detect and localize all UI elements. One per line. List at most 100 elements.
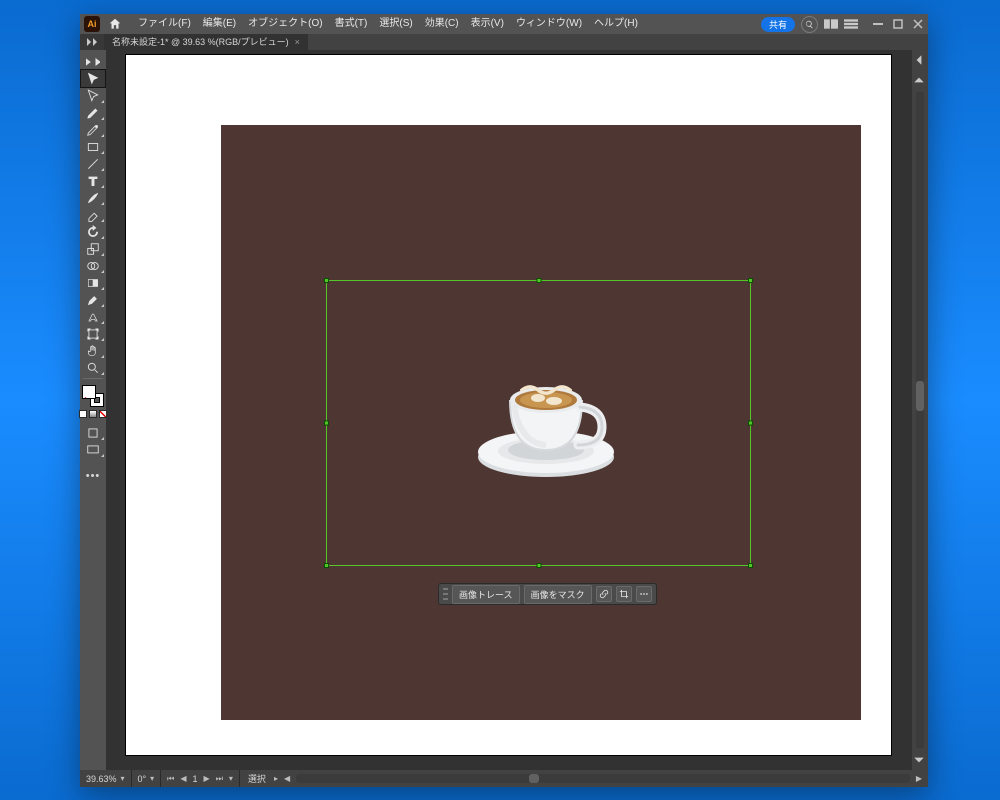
- handle-top-right[interactable]: [748, 278, 753, 283]
- prev-artboard-icon[interactable]: ◀: [180, 774, 186, 783]
- canvas-area[interactable]: 画像トレース 画像をマスク: [106, 50, 912, 770]
- color-mode-row: [79, 410, 107, 418]
- fill-swatch[interactable]: [82, 385, 96, 399]
- menu-edit[interactable]: 編集(E): [197, 14, 242, 34]
- menu-file[interactable]: ファイル(F): [132, 14, 197, 34]
- crop-icon: [619, 589, 629, 599]
- tool-eraser[interactable]: [81, 206, 105, 223]
- right-rail: [912, 50, 928, 770]
- first-artboard-icon[interactable]: ⏮: [167, 774, 174, 784]
- handle-bot-left[interactable]: [324, 563, 329, 568]
- toolbar-grip[interactable]: [81, 53, 105, 70]
- tool-curvature[interactable]: [81, 121, 105, 138]
- rotate-field[interactable]: 0° ▾: [132, 770, 162, 787]
- tool-type[interactable]: [81, 172, 105, 189]
- tool-paintbrush[interactable]: [81, 189, 105, 206]
- arrange-icon[interactable]: [844, 18, 858, 30]
- zoom-value: 39.63%: [86, 774, 117, 784]
- color-mode-gradient[interactable]: [89, 410, 97, 418]
- handle-top-left[interactable]: [324, 278, 329, 283]
- tool-shape-builder[interactable]: [81, 257, 105, 274]
- tool-symbol-sprayer[interactable]: [81, 308, 105, 325]
- tool-eyedropper[interactable]: [81, 291, 105, 308]
- handle-mid-left[interactable]: [324, 421, 329, 426]
- workspace-icon[interactable]: [824, 18, 838, 30]
- tool-artboard[interactable]: [81, 325, 105, 342]
- menu-window[interactable]: ウィンドウ(W): [510, 14, 588, 34]
- app-logo: Ai: [84, 16, 100, 32]
- document-tab-title: 名称未設定-1* @ 39.63 %(RGB/プレビュー): [112, 34, 289, 50]
- draw-mode[interactable]: [81, 424, 105, 441]
- contextual-task-bar[interactable]: 画像トレース 画像をマスク: [438, 583, 657, 605]
- handle-bot-right[interactable]: [748, 563, 753, 568]
- more-button[interactable]: [636, 586, 652, 602]
- screen-mode[interactable]: [81, 441, 105, 458]
- artboard-index[interactable]: 1: [193, 774, 198, 784]
- edit-toolbar[interactable]: •••: [86, 470, 101, 482]
- toolbar: •••: [80, 50, 106, 770]
- image-trace-button[interactable]: 画像トレース: [452, 585, 520, 604]
- artboard-dropdown-icon[interactable]: ▾: [229, 774, 233, 783]
- status-menu-icon[interactable]: ▸: [274, 774, 278, 783]
- tool-line[interactable]: [81, 155, 105, 172]
- horizontal-scrollbar[interactable]: [296, 774, 910, 783]
- vertical-scrollbar[interactable]: [916, 92, 924, 748]
- zoom-field[interactable]: 39.63% ▾: [80, 770, 132, 787]
- scroll-right-icon[interactable]: ▶: [916, 774, 922, 783]
- last-artboard-icon[interactable]: ⏭: [216, 774, 223, 784]
- illustrator-window: Ai ファイル(F) 編集(E) オブジェクト(O) 書式(T) 選択(S) 効…: [80, 14, 928, 787]
- color-mode-solid[interactable]: [79, 410, 87, 418]
- handle-top-mid[interactable]: [536, 278, 541, 283]
- home-icon[interactable]: [108, 17, 122, 31]
- more-icon: [639, 589, 649, 599]
- tool-zoom[interactable]: [81, 359, 105, 376]
- chevron-up-icon: [913, 74, 925, 86]
- minimize-icon[interactable]: [872, 19, 884, 29]
- search-icon: [805, 20, 814, 29]
- chevron-down-icon: ▾: [150, 774, 154, 783]
- menu-select[interactable]: 選択(S): [373, 14, 418, 34]
- horizontal-scroll-thumb[interactable]: [529, 774, 539, 783]
- menu-help[interactable]: ヘルプ(H): [588, 14, 644, 34]
- handle-bot-mid[interactable]: [536, 563, 541, 568]
- vertical-scroll-thumb[interactable]: [916, 381, 924, 411]
- scroll-down[interactable]: [913, 753, 927, 767]
- workspace: •••: [80, 50, 928, 770]
- tool-direct-selection[interactable]: [81, 87, 105, 104]
- tool-scale[interactable]: [81, 240, 105, 257]
- tool-gradient[interactable]: [81, 274, 105, 291]
- artboard-nav: ⏮ ◀ 1 ▶ ⏭ ▾: [161, 770, 240, 787]
- next-artboard-icon[interactable]: ▶: [204, 774, 210, 783]
- share-button[interactable]: 共有: [761, 17, 795, 32]
- link-icon: [599, 589, 609, 599]
- selection-bounds[interactable]: [326, 280, 751, 566]
- tool-rectangle[interactable]: [81, 138, 105, 155]
- menu-view[interactable]: 表示(V): [465, 14, 510, 34]
- scroll-up[interactable]: [913, 73, 927, 87]
- ctx-grip[interactable]: [443, 586, 448, 602]
- menu-effect[interactable]: 効果(C): [419, 14, 465, 34]
- menubar: Ai ファイル(F) 編集(E) オブジェクト(O) 書式(T) 選択(S) 効…: [80, 14, 928, 34]
- tool-rotate[interactable]: [81, 223, 105, 240]
- scroll-left-icon[interactable]: ◀: [284, 774, 290, 783]
- toolbar-separator: [83, 378, 103, 379]
- tool-pen[interactable]: [81, 104, 105, 121]
- fill-stroke-swatch[interactable]: [82, 385, 104, 407]
- tab-close-icon[interactable]: ×: [295, 34, 300, 50]
- grip-icon: [86, 55, 100, 69]
- crop-button[interactable]: [616, 586, 632, 602]
- menu-type[interactable]: 書式(T): [329, 14, 374, 34]
- document-tabbar: 名称未設定-1* @ 39.63 %(RGB/プレビュー) ×: [80, 34, 928, 50]
- properties-toggle[interactable]: [80, 34, 104, 50]
- link-button[interactable]: [596, 586, 612, 602]
- mask-button[interactable]: 画像をマスク: [524, 585, 592, 604]
- maximize-icon[interactable]: [892, 19, 904, 29]
- menu-object[interactable]: オブジェクト(O): [242, 14, 328, 34]
- search-button[interactable]: [801, 16, 818, 33]
- close-icon[interactable]: [912, 19, 924, 29]
- handle-mid-right[interactable]: [748, 421, 753, 426]
- panel-toggle[interactable]: [913, 53, 927, 67]
- document-tab[interactable]: 名称未設定-1* @ 39.63 %(RGB/プレビュー) ×: [104, 34, 308, 50]
- tool-hand[interactable]: [81, 342, 105, 359]
- tool-selection[interactable]: [81, 70, 105, 87]
